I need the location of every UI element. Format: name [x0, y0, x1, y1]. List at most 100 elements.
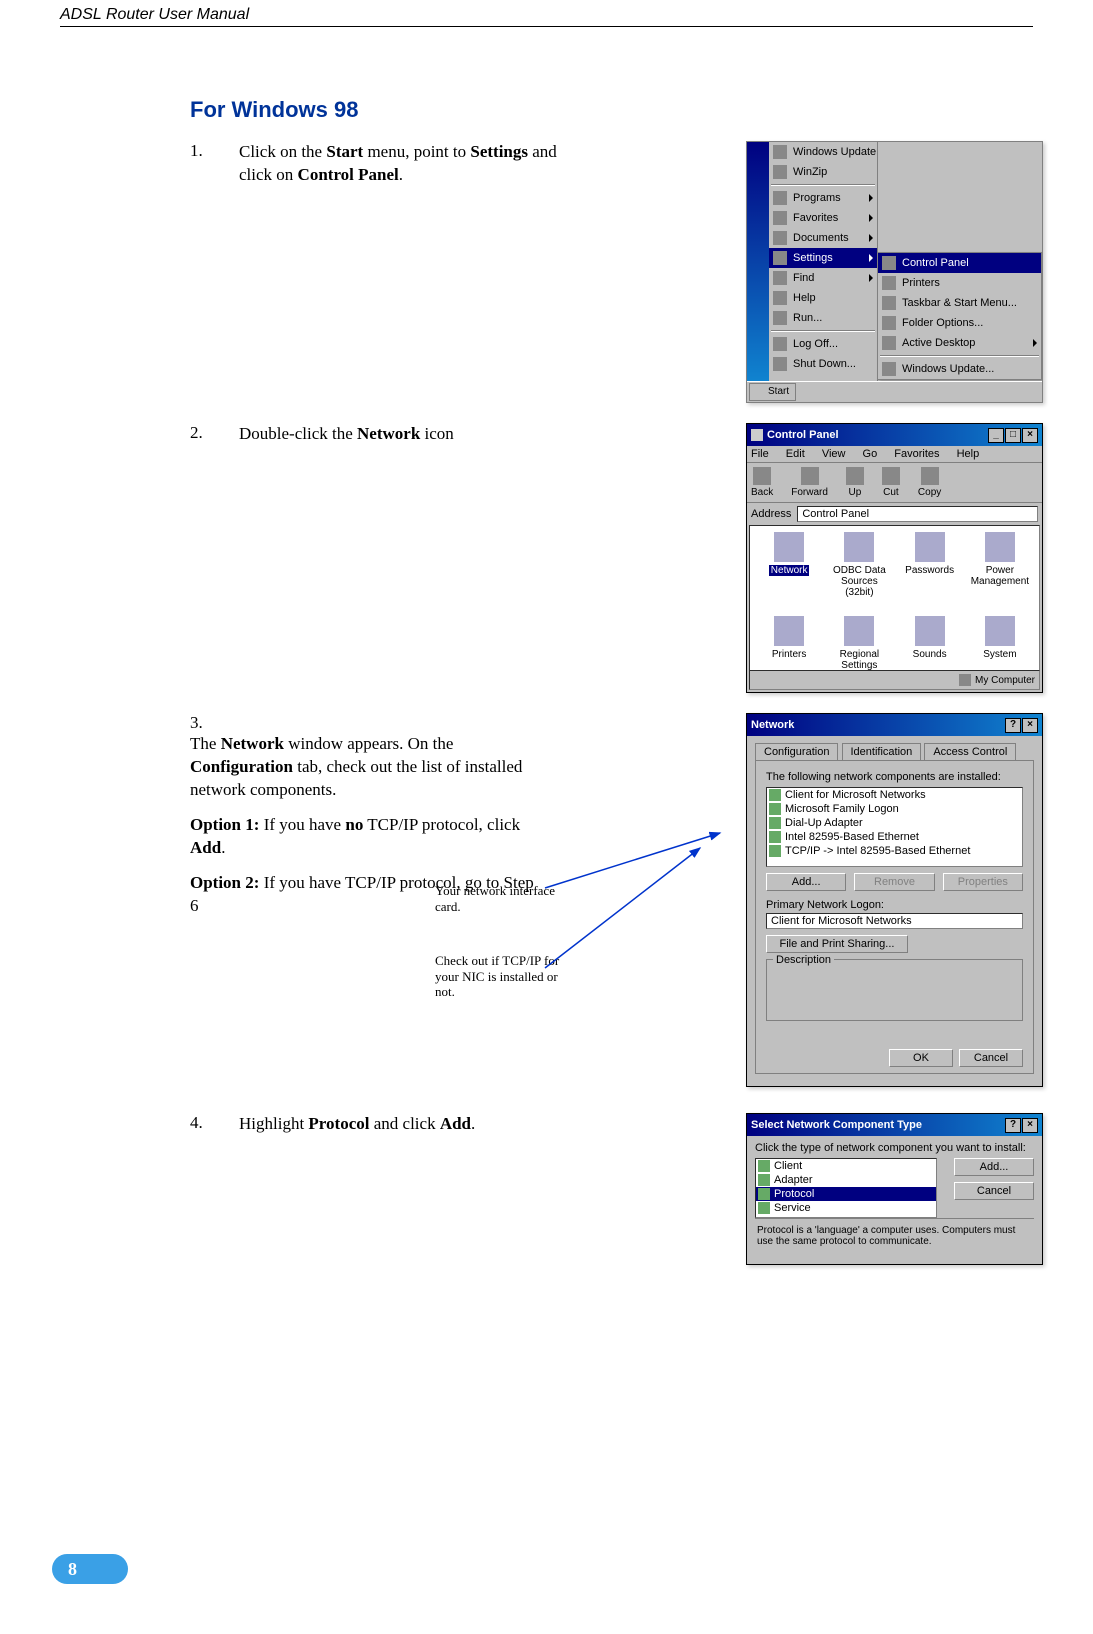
menu-divider [880, 355, 1039, 357]
winzip-icon [773, 165, 787, 179]
minimize-button[interactable]: _ [988, 428, 1004, 443]
adapter-icon [769, 831, 781, 843]
run-icon [773, 311, 787, 325]
start-button[interactable]: Start [749, 383, 796, 401]
step-4: 4. Highlight Protocol and click Add. Sel… [190, 1113, 1043, 1265]
logoff-icon [773, 337, 787, 351]
list-item-protocol[interactable]: Protocol [756, 1187, 936, 1201]
menu-item[interactable]: Programs [769, 188, 877, 208]
back-button[interactable]: Back [751, 467, 773, 498]
up-icon [846, 467, 864, 485]
windows-update-icon [882, 362, 896, 376]
chevron-right-icon [869, 194, 873, 202]
close-button[interactable]: × [1022, 718, 1038, 733]
programs-icon [773, 191, 787, 205]
tab-access-control[interactable]: Access Control [924, 743, 1016, 760]
list-item[interactable]: Adapter [756, 1173, 936, 1187]
section-heading: For Windows 98 [190, 97, 1043, 123]
ok-button[interactable]: OK [889, 1049, 953, 1067]
add-button[interactable]: Add... [954, 1158, 1034, 1176]
maximize-button[interactable]: □ [1005, 428, 1021, 443]
component-type-list[interactable]: Client Adapter Protocol Service [755, 1158, 937, 1218]
menubar: File Edit View Go Favorites Help [747, 446, 1042, 462]
remove-button[interactable]: Remove [854, 873, 934, 891]
settings-icon [773, 251, 787, 265]
logon-combo[interactable]: Client for Microsoft Networks [766, 913, 1023, 929]
screenshot-control-panel: Control Panel _□× File Edit View Go Favo… [746, 423, 1043, 693]
menu-item[interactable]: Favorites [769, 208, 877, 228]
list-item[interactable]: Microsoft Family Logon [767, 802, 1022, 816]
list-item[interactable]: Dial-Up Adapter [767, 816, 1022, 830]
screenshot-select-component-dialog: Select Network Component Type ?× Click t… [746, 1113, 1043, 1265]
copy-button[interactable]: Copy [918, 467, 941, 498]
list-item[interactable]: Client [756, 1159, 936, 1173]
up-button[interactable]: Up [846, 467, 864, 498]
step-number: 3. [190, 713, 235, 733]
menu-item[interactable]: Run... [769, 308, 877, 328]
help-button[interactable]: ? [1005, 1118, 1021, 1133]
menu-help[interactable]: Help [957, 448, 980, 460]
client-icon [769, 789, 781, 801]
menu-item[interactable]: Shut Down... [769, 354, 877, 374]
menu-item[interactable]: Help [769, 288, 877, 308]
list-item[interactable]: Client for Microsoft Networks [767, 788, 1022, 802]
submenu-item[interactable]: Folder Options... [878, 313, 1041, 333]
address-label: Address [751, 508, 791, 520]
cancel-button[interactable]: Cancel [959, 1049, 1023, 1067]
submenu-item[interactable]: Active Desktop [878, 333, 1041, 353]
menu-edit[interactable]: Edit [786, 448, 805, 460]
submenu-item[interactable]: Windows Update... [878, 359, 1041, 379]
cut-button[interactable]: Cut [882, 467, 900, 498]
chevron-right-icon [869, 254, 873, 262]
menu-item[interactable]: WinZip [769, 162, 877, 182]
taskbar-icon [882, 296, 896, 310]
forward-button[interactable]: Forward [791, 467, 828, 498]
close-button[interactable]: × [1022, 428, 1038, 443]
menu-item[interactable]: Documents [769, 228, 877, 248]
description-label: Description [773, 954, 834, 966]
menu-go[interactable]: Go [863, 448, 878, 460]
submenu-item-control-panel[interactable]: Control Panel [878, 253, 1041, 273]
properties-button[interactable]: Properties [943, 873, 1023, 891]
submenu-item[interactable]: Printers [878, 273, 1041, 293]
control-panel-icon [882, 256, 896, 270]
copy-icon [921, 467, 939, 485]
list-item[interactable]: TCP/IP -> Intel 82595-Based Ethernet [767, 844, 1022, 858]
control-panel-icon [751, 429, 763, 441]
cp-icon[interactable]: Passwords [897, 532, 963, 610]
cp-icon[interactable]: Power Management [967, 532, 1033, 610]
find-icon [773, 271, 787, 285]
tab-configuration[interactable]: Configuration [755, 743, 838, 761]
menu-favorites[interactable]: Favorites [894, 448, 939, 460]
chevron-right-icon [869, 234, 873, 242]
menu-item[interactable]: Log Off... [769, 334, 877, 354]
add-button[interactable]: Add... [766, 873, 846, 891]
components-list[interactable]: Client for Microsoft Networks Microsoft … [766, 787, 1023, 867]
address-field[interactable]: Control Panel [797, 506, 1038, 522]
tab-bar: Configuration Identification Access Cont… [755, 742, 1034, 760]
submenu-item[interactable]: Taskbar & Start Menu... [878, 293, 1041, 313]
tab-identification[interactable]: Identification [842, 743, 922, 760]
odbc-icon [844, 532, 874, 562]
tab-pane: The following network components are ins… [755, 760, 1034, 1074]
close-button[interactable]: × [1022, 1118, 1038, 1133]
list-item[interactable]: Intel 82595-Based Ethernet [767, 830, 1022, 844]
menu-item[interactable]: Find [769, 268, 877, 288]
menu-view[interactable]: View [822, 448, 846, 460]
cancel-button[interactable]: Cancel [954, 1182, 1034, 1200]
list-item[interactable]: Service [756, 1201, 936, 1215]
menu-item-settings[interactable]: Settings [769, 248, 877, 268]
cp-icon[interactable]: ODBC Data Sources (32bit) [826, 532, 892, 610]
shutdown-icon [773, 357, 787, 371]
menu-file[interactable]: File [751, 448, 769, 460]
file-print-sharing-button[interactable]: File and Print Sharing... [766, 935, 908, 953]
menu-item[interactable]: Windows Update [769, 142, 877, 162]
cp-icon-network[interactable]: Network [756, 532, 822, 610]
chevron-right-icon [869, 274, 873, 282]
window-titlebar: Control Panel _□× [747, 424, 1042, 446]
step-text: Double-click the Network icon [239, 423, 559, 446]
help-button[interactable]: ? [1005, 718, 1021, 733]
passwords-icon [915, 532, 945, 562]
start-menu-sidebar [747, 142, 769, 382]
annotation-tcpip: Check out if TCP/IP for your NIC is inst… [435, 953, 575, 1000]
